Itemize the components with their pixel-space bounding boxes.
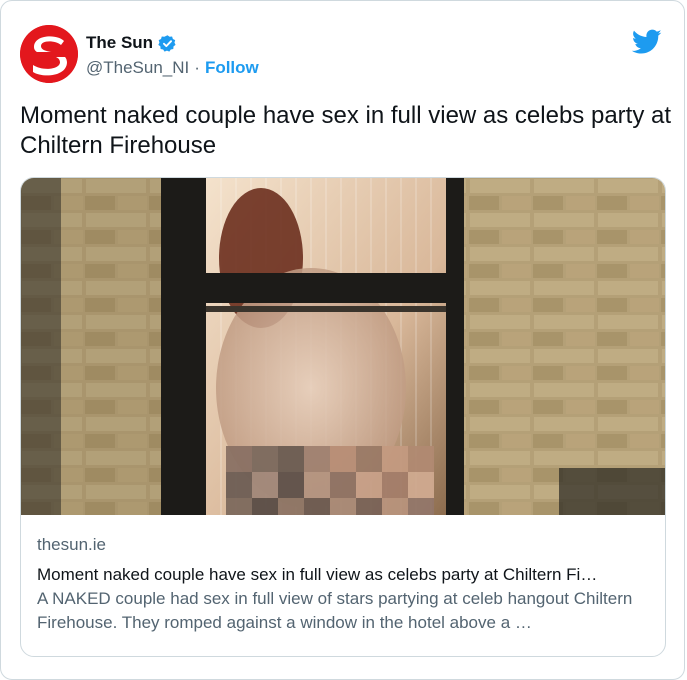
tweet-embed: The Sun @TheSun_NI · Follow Moment naked… xyxy=(0,0,685,680)
follow-button[interactable]: Follow xyxy=(205,58,259,78)
card-title[interactable]: Moment naked couple have sex in full vie… xyxy=(37,563,647,587)
tweet-text: Moment naked couple have sex in full vie… xyxy=(20,102,672,159)
author-handle[interactable]: @TheSun_NI xyxy=(86,58,189,78)
avatar[interactable] xyxy=(20,25,78,83)
author-display-name[interactable]: The Sun xyxy=(86,33,153,53)
verified-badge-icon xyxy=(158,34,177,53)
separator-dot: · xyxy=(194,58,200,77)
card-domain: thesun.ie xyxy=(37,535,106,554)
link-card[interactable]: thesun.ie Moment naked couple have sex i… xyxy=(20,177,666,657)
author-info: The Sun @TheSun_NI · Follow xyxy=(86,31,259,78)
card-image[interactable] xyxy=(21,178,665,515)
twitter-bird-icon[interactable] xyxy=(631,29,662,55)
card-description: A NAKED couple had sex in full view of s… xyxy=(37,589,633,632)
card-body: thesun.ie Moment naked couple have sex i… xyxy=(37,533,647,635)
